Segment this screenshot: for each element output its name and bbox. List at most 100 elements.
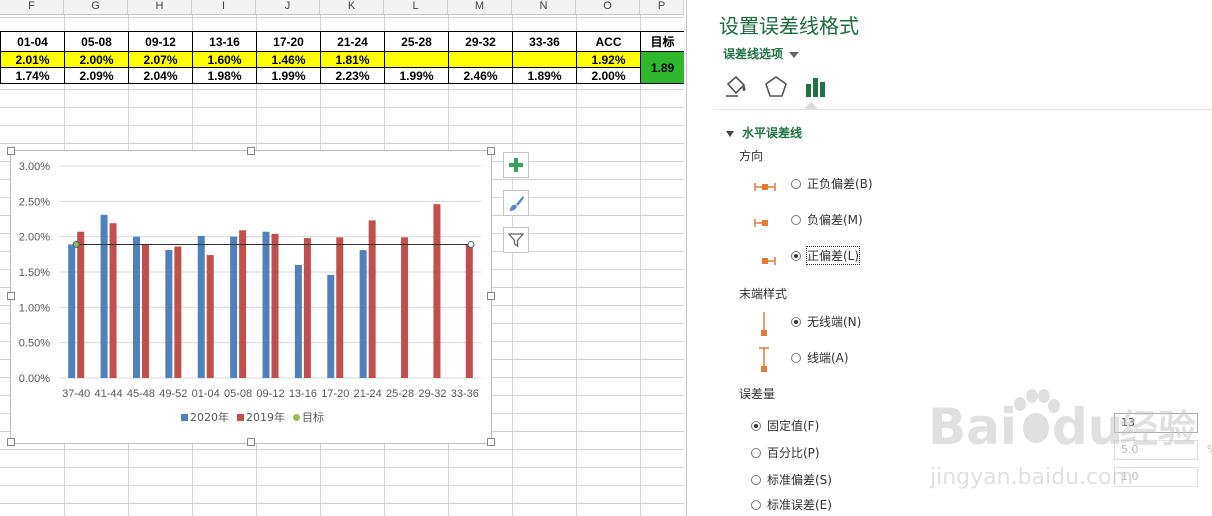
direction-both-radio[interactable]: 正负偏差(B) [791,175,873,192]
table-header-row: 01-04 05-08 09-12 13-16 17-20 21-24 25-28 29-32… [0,31,684,52]
chart-filters-button[interactable] [503,227,529,253]
radio-label: 标准误差(E) [767,498,832,512]
end-style-cap-radio[interactable]: 线端(A) [791,349,849,366]
y-tick-label: 1.50% [19,267,50,279]
resize-handle-t[interactable] [247,147,255,155]
header-cell[interactable]: 目标 [640,31,684,52]
header-cell[interactable]: 13-16 [192,31,257,52]
header-cell[interactable]: 33-36 [512,31,577,52]
pane-title: 设置误差线格式 [719,14,859,38]
column-header-F[interactable]: F [0,0,64,14]
column-header-L[interactable]: L [384,0,448,14]
cell-2019[interactable]: 1.99% [256,67,321,84]
cell-2019[interactable]: 2.09% [64,67,129,84]
x-tick-label: 21-24 [354,388,382,400]
chart-styles-button[interactable] [503,190,529,216]
column-header-J[interactable]: J [256,0,320,14]
column-header-M[interactable]: M [448,0,512,14]
bar-2020 [262,231,270,378]
bar-2020 [230,236,238,378]
resize-handle-b[interactable] [247,438,255,446]
bar-2019 [174,246,182,378]
resize-handle-bl[interactable] [7,438,15,446]
header-cell[interactable]: 21-24 [320,31,385,52]
cell-2020[interactable]: 2.00% [64,51,129,68]
cell-2020[interactable]: 1.46% [256,51,321,68]
cell-2019[interactable]: 2.00% [576,67,641,84]
cell-2020[interactable]: 1.60% [192,51,257,68]
chart-elements-button[interactable] [503,152,529,178]
header-cell[interactable]: 09-12 [128,31,193,52]
bar-2019 [465,244,473,378]
effects-icon[interactable] [763,74,789,100]
column-gridline [576,14,577,516]
std-deviation-radio[interactable]: 标准偏差(S) [751,471,832,488]
cell-2019[interactable]: 2.46% [448,67,513,84]
column-header-H[interactable]: H [128,0,192,14]
direction-minus-radio[interactable]: 负偏差(M) [791,211,863,228]
std-deviation-input[interactable]: 1.0 [1114,467,1198,487]
no-cap-icon [761,312,767,336]
cell-2020[interactable] [448,51,513,68]
column-header-N[interactable]: N [512,0,576,14]
cell-2020[interactable]: 1.81% [320,51,385,68]
radio-label: 无线端(N) [807,315,862,329]
options-chart-icon[interactable] [803,74,829,100]
cell-2020[interactable]: 2.01% [0,51,65,68]
radio-dot [751,447,761,458]
resize-handle-br[interactable] [487,438,495,446]
column-header-P[interactable]: P [640,0,684,14]
direction-label: 方向 [739,149,764,163]
header-cell[interactable]: ACC [576,31,641,52]
cell-2019[interactable]: 2.23% [320,67,385,84]
direction-plus-radio[interactable]: 正偏差(L) [791,246,861,265]
spreadsheet-area[interactable]: FGHIJKLMNOP 01-04 05-08 09-12 13-16 17-20 21-… [0,0,684,516]
cell-2019[interactable]: 2.04% [128,67,193,84]
legend-swatch [237,414,244,421]
cell-2020[interactable] [512,51,577,68]
header-cell[interactable]: 17-20 [256,31,321,52]
chevron-down-icon [789,51,800,58]
fill-line-icon[interactable] [723,74,749,100]
column-header-O[interactable]: O [576,0,640,14]
resize-handle-tr[interactable] [487,147,495,155]
header-cell[interactable]: 29-32 [448,31,513,52]
fixed-value-input[interactable]: 13 [1114,413,1198,433]
cell-2019[interactable]: 1.89% [512,67,577,84]
plus-direction-icon [762,257,776,265]
chart-object[interactable]: 0.00% 0.50% 1.00% 1.50% 2.00% 2.50% 3.00% 37-40… [10,150,492,444]
bar-2020 [68,244,76,378]
x-tick-label: 37-40 [62,388,90,400]
bar-2019 [77,231,85,378]
bar-2020 [327,274,335,378]
column-header-I[interactable]: I [192,0,256,14]
column-header-G[interactable]: G [64,0,128,14]
bar-2020 [197,235,205,378]
end-style-no-cap-radio[interactable]: 无线端(N) [791,313,861,330]
std-error-radio[interactable]: 标准误差(E) [751,496,832,513]
resize-handle-tl[interactable] [7,147,15,155]
cell-2020[interactable] [384,51,449,68]
legend-label: 2019年 [246,410,285,424]
radio-dot [791,250,801,261]
header-cell[interactable]: 01-04 [0,31,65,52]
fixed-value-radio[interactable]: 固定值(F) [751,417,819,434]
cell-2020[interactable]: 1.92% [576,51,641,68]
cell-2019[interactable]: 1.99% [384,67,449,84]
cell-2020[interactable]: 2.07% [128,51,193,68]
radio-dot [751,474,761,485]
header-cell[interactable]: 05-08 [64,31,129,52]
percentage-radio[interactable]: 百分比(P) [751,444,820,461]
column-header-K[interactable]: K [320,0,384,14]
error-amount-label: 误差量 [739,387,776,401]
error-bar-handle [467,240,475,248]
target-cell[interactable]: 1.89 [640,51,684,84]
resize-handle-l[interactable] [7,292,15,300]
horizontal-error-bar-section[interactable]: 水平误差线 [726,124,802,141]
header-cell[interactable]: 25-28 [384,31,449,52]
cell-2019[interactable]: 1.74% [0,67,65,84]
resize-handle-r[interactable] [487,292,495,300]
cell-2019[interactable]: 1.98% [192,67,257,84]
error-bar-options-dropdown[interactable]: 误差线选项 [723,45,800,62]
percentage-input[interactable]: 5.0 [1114,440,1198,460]
